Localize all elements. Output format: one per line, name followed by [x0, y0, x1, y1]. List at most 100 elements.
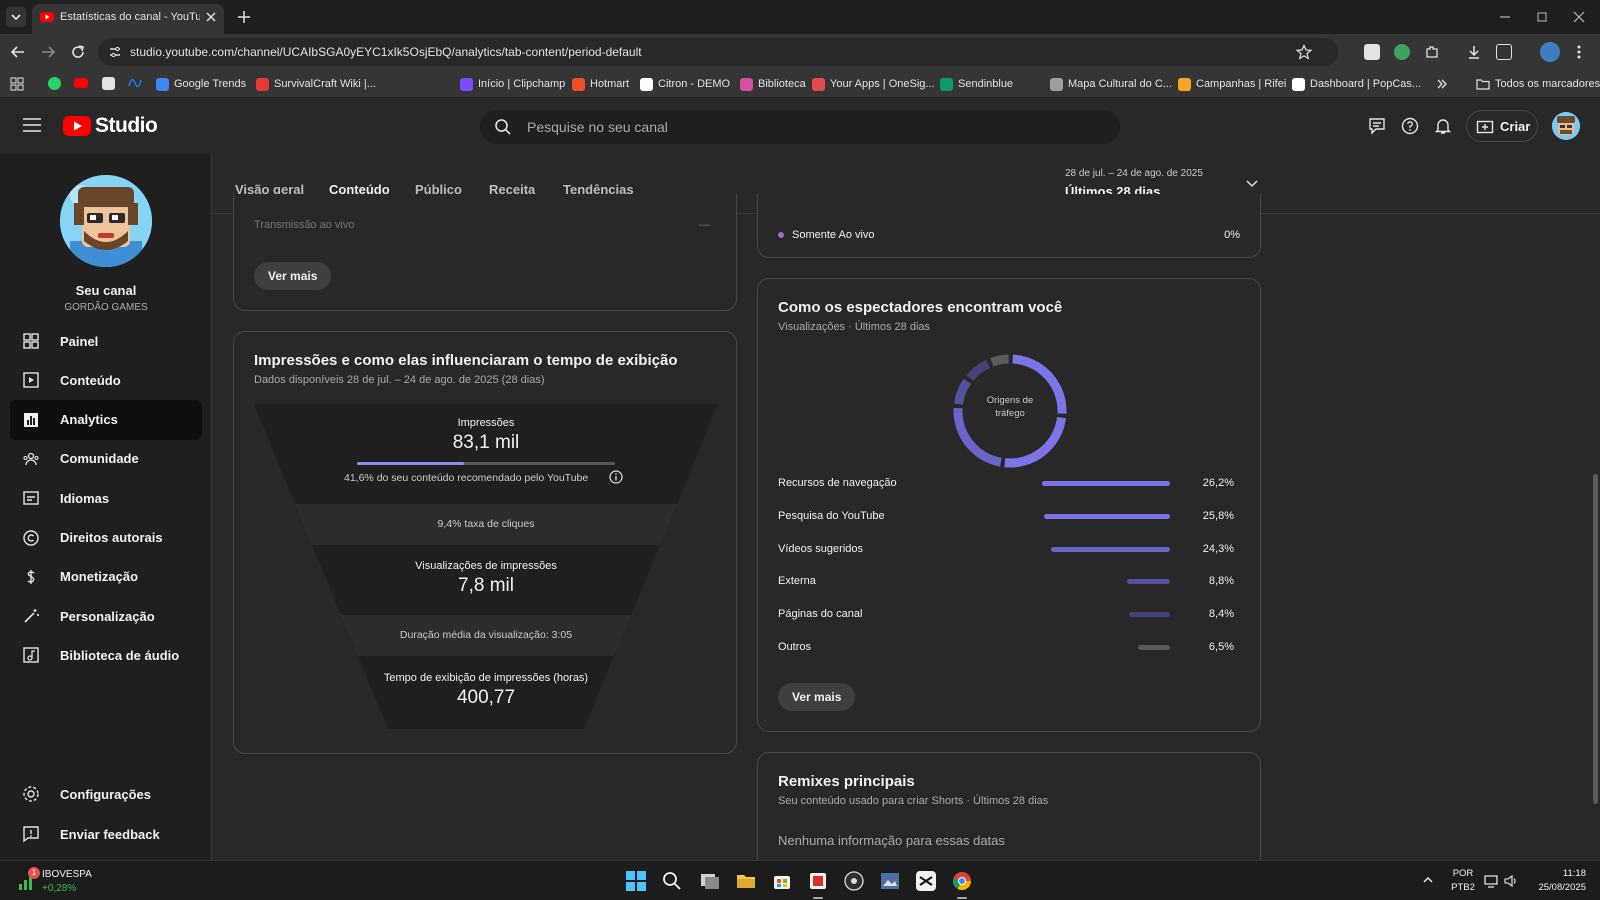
chrome-icon[interactable] — [952, 871, 972, 891]
whatsapp-bookmark-icon[interactable] — [48, 77, 61, 90]
page-scrollbar[interactable] — [1593, 474, 1598, 804]
sidebar-item-community[interactable]: Comunidade — [10, 439, 202, 479]
studio-logo[interactable]: Studio — [63, 113, 158, 139]
new-tab-icon[interactable] — [236, 9, 252, 25]
file-explorer-icon[interactable] — [736, 871, 756, 891]
bookmark-star-icon[interactable] — [1296, 44, 1312, 60]
widget-badge: 1 — [28, 867, 40, 879]
minimize-icon[interactable] — [1498, 10, 1512, 24]
bookmark-item[interactable]: Mapa Cultural do C... — [1050, 76, 1172, 92]
extension-green-icon[interactable] — [1394, 44, 1410, 60]
capcut-icon[interactable] — [916, 871, 936, 891]
bookmark-item[interactable]: Campanhas | Rifei — [1178, 76, 1286, 92]
traffic-source-row: Recursos de navegação 26,2% — [778, 474, 1234, 494]
language-top[interactable]: POR — [1448, 868, 1478, 879]
sidebar-item-content[interactable]: Conteúdo — [10, 360, 202, 400]
bookmark-item[interactable]: Your Apps | OneSig... — [812, 76, 935, 92]
traffic-source-label: Pesquisa do YouTube — [778, 509, 885, 522]
extension-icon[interactable] — [1364, 44, 1380, 60]
network-icon[interactable] — [1484, 874, 1498, 888]
avg-duration-text: Duração média da visualização: 3:05 — [399, 629, 573, 641]
bookmark-favicon-icon — [940, 77, 953, 91]
taskbar-search-icon[interactable] — [662, 871, 682, 891]
tab-list-chevron-icon[interactable] — [6, 7, 26, 27]
create-button[interactable]: Criar — [1466, 110, 1538, 142]
bookmark-item[interactable]: Biblioteca — [740, 76, 806, 92]
apps-grid-icon[interactable] — [10, 77, 24, 91]
sidebar-item-feedback[interactable]: Enviar feedback — [10, 814, 202, 854]
bookmark-item[interactable]: Citron - DEMO — [640, 76, 730, 92]
forward-icon[interactable] — [40, 44, 56, 60]
bookmark-item[interactable]: Dashboard | PopCas... — [1292, 76, 1421, 92]
sidebar-item-copyright[interactable]: Direitos autorais — [10, 518, 202, 558]
traffic-source-bar — [1042, 481, 1170, 486]
account-avatar[interactable] — [1552, 112, 1580, 140]
close-window-icon[interactable] — [1572, 10, 1586, 24]
more-bookmarks-chevron-icon[interactable] — [1436, 77, 1448, 91]
sidebar-item-settings[interactable]: Configurações — [10, 774, 202, 814]
browser-menu-icon[interactable] — [1576, 44, 1582, 60]
search-input[interactable]: Pesquise no seu canal — [527, 119, 668, 135]
site-info-icon[interactable] — [108, 45, 122, 59]
stock-widget[interactable]: 1 IBOVESPA +0,28% — [14, 867, 134, 897]
youtube-bookmark-icon[interactable] — [74, 78, 88, 88]
meta-bookmark-icon[interactable] — [128, 78, 142, 88]
store-icon[interactable] — [772, 871, 792, 891]
bookmark-item[interactable]: Sendinblue — [940, 76, 1013, 92]
transcript-icon[interactable] — [1368, 117, 1386, 135]
donut-slice[interactable] — [954, 378, 972, 405]
bookmark-item[interactable]: Início | Clipchamp — [460, 76, 565, 92]
close-tab-icon[interactable] — [204, 10, 218, 24]
reload-icon[interactable] — [70, 44, 86, 60]
url-bar[interactable]: studio.youtube.com/channel/UCAIbSGA0yEYC… — [98, 38, 1338, 66]
sidebar-item-dashboard[interactable]: Painel — [10, 321, 202, 361]
bookmark-favicon-icon — [256, 77, 269, 91]
image-editor-icon[interactable] — [880, 871, 900, 891]
sidebar-item-analytics[interactable]: Analytics — [10, 399, 202, 440]
tab-title: Estatísticas do canal - YouTube — [60, 11, 200, 23]
download-icon[interactable] — [1466, 44, 1482, 60]
clock-date[interactable]: 25/08/2025 — [1526, 882, 1586, 893]
app-red-icon[interactable] — [808, 871, 828, 891]
start-windows-icon[interactable] — [626, 871, 646, 891]
info-icon[interactable] — [609, 470, 623, 484]
browser-tab[interactable]: Estatísticas do canal - YouTube — [32, 4, 224, 34]
card-title: Impressões e como elas influenciaram o t… — [254, 352, 678, 369]
channel-avatar[interactable] — [60, 175, 152, 267]
traffic-source-bar — [1043, 513, 1170, 519]
translate-icon[interactable] — [1496, 44, 1512, 60]
donut-slice[interactable] — [1004, 416, 1067, 468]
channel-search[interactable]: Pesquise no seu canal — [480, 110, 1120, 144]
traffic-source-percent: 6,5% — [1208, 641, 1234, 653]
restore-icon[interactable] — [1535, 10, 1549, 24]
sidebar-item-dollar[interactable]: Monetização — [10, 557, 202, 597]
task-view-icon[interactable] — [700, 871, 720, 891]
tray-chevron-up-icon[interactable] — [1422, 874, 1434, 886]
sidebar-item-subtitles[interactable]: Idiomas — [10, 478, 202, 518]
donut-slice[interactable] — [966, 359, 991, 382]
sidebar-item-magic-wand[interactable]: Personalização — [10, 596, 202, 636]
ctr-text: 9,4% taxa de cliques — [437, 518, 535, 530]
notifications-bell-icon[interactable] — [1434, 117, 1452, 135]
donut-slice[interactable] — [990, 354, 1009, 367]
all-bookmarks-folder[interactable]: Todos os marcadores — [1476, 76, 1600, 92]
obs-icon[interactable] — [844, 871, 864, 891]
bookmark-favicon-icon — [1292, 77, 1305, 91]
see-more-button[interactable]: Ver mais — [254, 262, 332, 290]
sidebar-item-audio-library[interactable]: Biblioteca de áudio — [10, 635, 202, 675]
bookmark-item[interactable]: Google Trends — [156, 76, 246, 92]
see-more-button[interactable]: Ver mais — [778, 683, 856, 711]
profile-avatar-icon[interactable] — [1540, 42, 1560, 62]
volume-icon[interactable] — [1504, 874, 1518, 888]
bookmark-item[interactable]: SurvivalCraft Wiki |... — [256, 76, 376, 92]
hamburger-menu-icon[interactable] — [23, 118, 41, 132]
app-bookmark-icon[interactable] — [102, 77, 115, 90]
traffic-source-percent: 8,4% — [1208, 608, 1234, 621]
traffic-source-row: Outros 6,5% — [778, 638, 1234, 658]
bookmark-item[interactable]: Hotmart — [572, 76, 629, 92]
back-icon[interactable] — [10, 44, 26, 60]
language-bottom[interactable]: PTB2 — [1448, 882, 1478, 893]
help-icon[interactable] — [1401, 117, 1419, 135]
clock-time[interactable]: 11:18 — [1526, 868, 1586, 879]
extensions-puzzle-icon[interactable] — [1424, 44, 1440, 60]
